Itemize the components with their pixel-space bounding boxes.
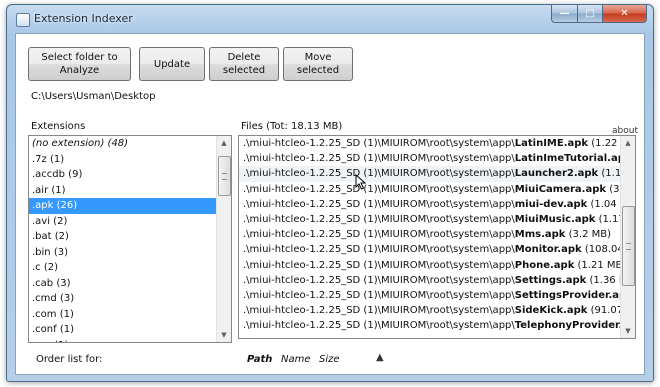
maximize-button[interactable]: □ [578,5,603,23]
file-path: .\miui-htcleo-1.2.25_SD (1)\MIUIROM\root… [243,168,515,180]
close-button[interactable]: ✕ [603,5,647,23]
file-path: .\miui-htcleo-1.2.25_SD (1)\MIUIROM\root… [243,229,515,241]
file-path: .\miui-htcleo-1.2.25_SD (1)\MIUIROM\root… [243,244,515,256]
file-name: Mms.apk [514,229,566,241]
app-icon [16,13,30,27]
file-list-item[interactable]: .\miui-htcleo-1.2.25_SD (1)\MIUIROM\root… [239,273,635,288]
scroll-up-arrow-icon[interactable]: ▲ [217,136,231,150]
file-name: Monitor.apk [514,244,582,256]
extension-list-item[interactable]: .bin (3) [29,245,231,261]
mouse-cursor-icon [355,174,367,190]
extension-list-item[interactable]: .7z (1) [29,152,231,168]
update-button[interactable]: Update [139,47,205,81]
file-name: miui-dev.apk [514,198,588,210]
file-size: (1.21 MB) [574,259,627,271]
file-name: MiuiMusic.apk [514,213,596,225]
update-label: Update [153,58,191,70]
file-list-item[interactable]: .\miui-htcleo-1.2.25_SD (1)\MIUIROM\root… [239,212,635,227]
close-icon: ✕ [620,8,629,19]
file-size: (3.2 MB) [565,229,612,241]
files-scroll-thumb[interactable] [622,206,635,286]
sort-by-size[interactable]: Size [319,354,340,365]
minimize-button[interactable]: — [551,5,578,23]
file-name: Launcher2.apk [514,168,599,180]
extensions-label: Extensions [31,121,86,132]
extensions-list[interactable]: (no extension) (48) .7z (1) .accdb (9) .air… [28,135,232,343]
files-list[interactable]: .\miui-htcleo-1.2.25_SD (1)\MIUIROM\root… [238,135,636,339]
extensions-scrollbar[interactable]: ▲ ▼ [216,136,231,342]
extension-list-item[interactable]: .air (1) [29,183,231,199]
select-folder-button[interactable]: Select folder to Analyze [28,47,131,81]
extension-list-item[interactable]: .avi (2) [29,214,231,230]
file-name: Settings.apk [514,274,587,286]
order-list-label: Order list for: [36,354,103,365]
file-list-item[interactable]: .\miui-htcleo-1.2.25_SD (1)\MIUIROM\root… [239,258,635,273]
file-path: .\miui-htcleo-1.2.25_SD (1)\MIUIROM\root… [243,213,515,225]
current-path: C:\Users\Usman\Desktop [31,91,156,102]
extension-list-item[interactable]: .com (1) [29,307,231,323]
file-list-item[interactable]: .\miui-htcleo-1.2.25_SD (1)\MIUIROM\root… [239,318,635,333]
sort-by-path[interactable]: Path [247,354,272,365]
app-window: Extension Indexer — □ ✕ Select folder to… [6,4,654,382]
files-label: Files (Tot: 18.13 MB) [241,121,343,132]
file-list-item[interactable]: .\miui-htcleo-1.2.25_SD (1)\MIUIROM\root… [239,242,635,257]
file-name: MiuiCamera.apk [514,183,607,195]
window-title: Extension Indexer [34,12,133,25]
scroll-down-arrow-icon[interactable]: ▼ [217,328,231,342]
extension-list-item[interactable]: .cmd (3) [29,291,231,307]
sort-by-name[interactable]: Name [281,354,311,365]
caption-buttons: — □ ✕ [551,5,647,23]
files-items: .\miui-htcleo-1.2.25_SD (1)\MIUIROM\root… [239,136,635,333]
delete-label-line2: selected [222,65,266,76]
extension-list-item[interactable]: .css (1) [29,338,231,343]
delete-selected-button[interactable]: Delete selected [209,47,279,81]
extension-list-item[interactable]: .cab (3) [29,276,231,292]
select-folder-label-line1: Select folder to [41,52,118,63]
move-selected-button[interactable]: Move selected [283,47,353,81]
scroll-up-arrow-icon[interactable]: ▲ [621,136,635,150]
file-list-item[interactable]: .\miui-htcleo-1.2.25_SD (1)\MIUIROM\root… [239,182,635,197]
delete-label-line1: Delete [227,52,261,63]
file-path: .\miui-htcleo-1.2.25_SD (1)\MIUIROM\root… [243,259,515,271]
file-name: Phone.apk [514,259,575,271]
extension-list-item[interactable]: .conf (1) [29,322,231,338]
file-name: SideKick.apk [514,305,588,317]
extensions-items: (no extension) (48) .7z (1) .accdb (9) .air… [29,136,231,343]
file-path: .\miui-htcleo-1.2.25_SD (1)\MIUIROM\root… [243,289,515,301]
extension-list-item[interactable]: .c (2) [29,260,231,276]
file-list-item[interactable]: .\miui-htcleo-1.2.25_SD (1)\MIUIROM\root… [239,197,635,212]
file-name: LatinIME.apk [514,138,589,149]
move-label-line1: Move [304,52,332,63]
title-bar[interactable]: Extension Indexer — □ ✕ [7,5,653,33]
move-label-line2: selected [296,65,340,76]
extension-list-item[interactable]: .accdb (9) [29,167,231,183]
client-area: Select folder to Analyze Update Delete s… [15,33,645,375]
extension-list-item[interactable]: .apk (26) [29,198,231,214]
extension-list-item[interactable]: .bat (2) [29,229,231,245]
file-name: LatinImeTutorial.apk [514,153,632,165]
file-path: .\miui-htcleo-1.2.25_SD (1)\MIUIROM\root… [243,153,515,165]
file-path: .\miui-htcleo-1.2.25_SD (1)\MIUIROM\root… [243,138,515,149]
scroll-down-arrow-icon[interactable]: ▼ [621,324,635,338]
file-name: TelephonyProvider.apk [514,320,636,332]
sort-direction-icon[interactable]: ▲ [376,352,384,363]
file-path: .\miui-htcleo-1.2.25_SD (1)\MIUIROM\root… [243,198,515,210]
file-list-item[interactable]: .\miui-htcleo-1.2.25_SD (1)\MIUIROM\root… [239,303,635,318]
file-list-item[interactable]: .\miui-htcleo-1.2.25_SD (1)\MIUIROM\root… [239,166,635,182]
file-list-item[interactable]: .\miui-htcleo-1.2.25_SD (1)\MIUIROM\root… [239,151,635,166]
file-name: SettingsProvider.apk [514,289,633,301]
file-path: .\miui-htcleo-1.2.25_SD (1)\MIUIROM\root… [243,274,515,286]
file-path: .\miui-htcleo-1.2.25_SD (1)\MIUIROM\root… [243,305,515,317]
select-folder-label-line2: Analyze [59,65,100,76]
file-path: .\miui-htcleo-1.2.25_SD (1)\MIUIROM\root… [243,183,515,195]
file-list-item[interactable]: .\miui-htcleo-1.2.25_SD (1)\MIUIROM\root… [239,136,635,151]
extensions-scroll-thumb[interactable] [218,156,231,196]
maximize-icon: □ [585,8,595,19]
minimize-icon: — [559,8,570,19]
extension-list-item[interactable]: (no extension) (48) [29,136,231,152]
file-path: .\miui-htcleo-1.2.25_SD (1)\MIUIROM\root… [243,320,515,332]
file-list-item[interactable]: .\miui-htcleo-1.2.25_SD (1)\MIUIROM\root… [239,227,635,242]
files-scrollbar[interactable]: ▲ ▼ [620,136,635,338]
file-list-item[interactable]: .\miui-htcleo-1.2.25_SD (1)\MIUIROM\root… [239,288,635,303]
